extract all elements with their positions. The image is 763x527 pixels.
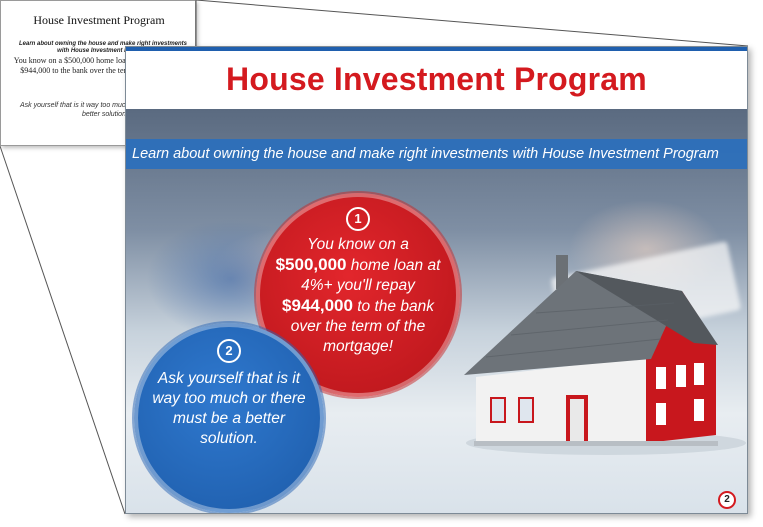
point-1-text: You know on a $500,000 home loan at 4%+ … — [268, 235, 448, 357]
point-1-line-a: You know on a — [307, 236, 409, 253]
banner-text: Learn about owning the house and make ri… — [132, 146, 719, 162]
title-bar: House Investment Program — [126, 51, 747, 109]
slide-page-number: 2 — [718, 491, 736, 509]
slide-preview[interactable]: House Investment Program Learn about own… — [125, 46, 748, 514]
slide-title: House Investment Program — [226, 61, 647, 97]
point-2-text: Ask yourself that is it way too much or … — [152, 370, 306, 447]
point-1-amount-1: $500,000 — [275, 255, 347, 274]
point-1-amount-2: $944,000 — [282, 296, 353, 315]
subtitle-banner: Learn about owning the house and make ri… — [126, 139, 747, 169]
point-1-number: 1 — [346, 207, 370, 231]
point-2-circle: 2 Ask yourself that is it way too much o… — [134, 323, 324, 513]
house-illustration — [464, 255, 746, 455]
point-2-number: 2 — [217, 339, 241, 363]
